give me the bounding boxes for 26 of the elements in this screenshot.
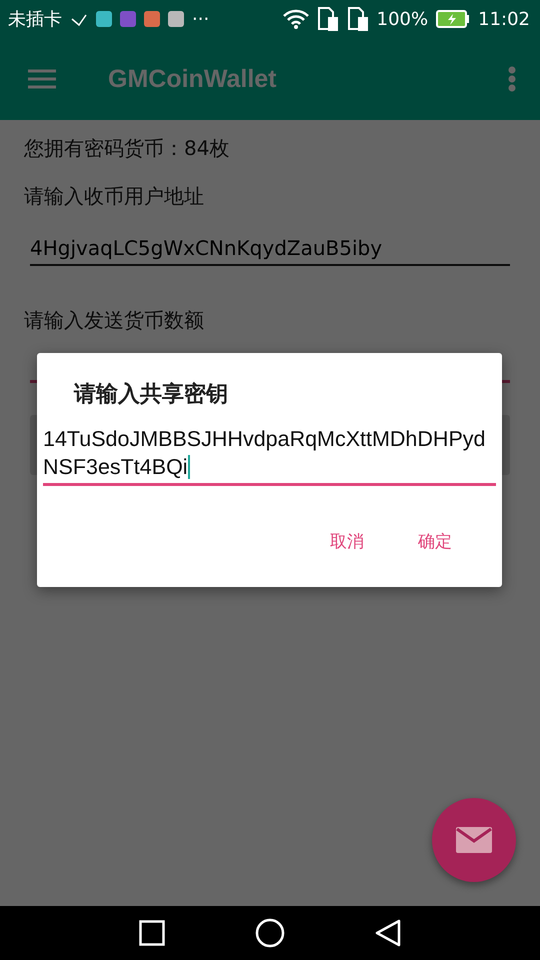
app-icon bbox=[120, 11, 136, 27]
home-icon[interactable] bbox=[255, 918, 285, 948]
recents-icon[interactable] bbox=[139, 920, 165, 946]
wifi-icon bbox=[282, 9, 309, 29]
balance-text: 您拥有密码货币：84枚 bbox=[24, 135, 230, 162]
app-icon bbox=[96, 11, 112, 27]
address-label: 请输入收币用户地址 bbox=[24, 183, 205, 210]
battery-charging-icon bbox=[436, 10, 470, 28]
app-title: GMCoinWallet bbox=[108, 64, 278, 94]
app-icon bbox=[144, 11, 160, 27]
back-icon[interactable] bbox=[375, 919, 401, 947]
address-field[interactable]: 4HgjvaqLC5gWxCNnKqydZauB5iby bbox=[30, 236, 510, 266]
carrier-text: 未插卡 bbox=[8, 8, 62, 31]
app-icon bbox=[168, 11, 184, 27]
text-cursor bbox=[188, 455, 190, 479]
dialog-title: 请输入共享密钥 bbox=[74, 380, 229, 409]
sim-icon bbox=[346, 7, 369, 31]
envelope-icon bbox=[456, 827, 492, 853]
confirm-button[interactable]: 确定 bbox=[416, 526, 454, 557]
key-input-field[interactable]: 14TuSdoJMBBSJHHvdpaRqMcXttMDhDHPydNSF3esTt4BQi bbox=[43, 425, 496, 486]
cancel-button[interactable]: 取消 bbox=[328, 526, 366, 557]
more-notifications-text: ··· bbox=[192, 8, 210, 30]
clock-text: 11:02 bbox=[478, 8, 530, 30]
amount-label: 请输入发送货币数额 bbox=[24, 307, 205, 334]
battery-percent: 100% bbox=[376, 8, 428, 30]
sim-icon bbox=[316, 7, 339, 31]
